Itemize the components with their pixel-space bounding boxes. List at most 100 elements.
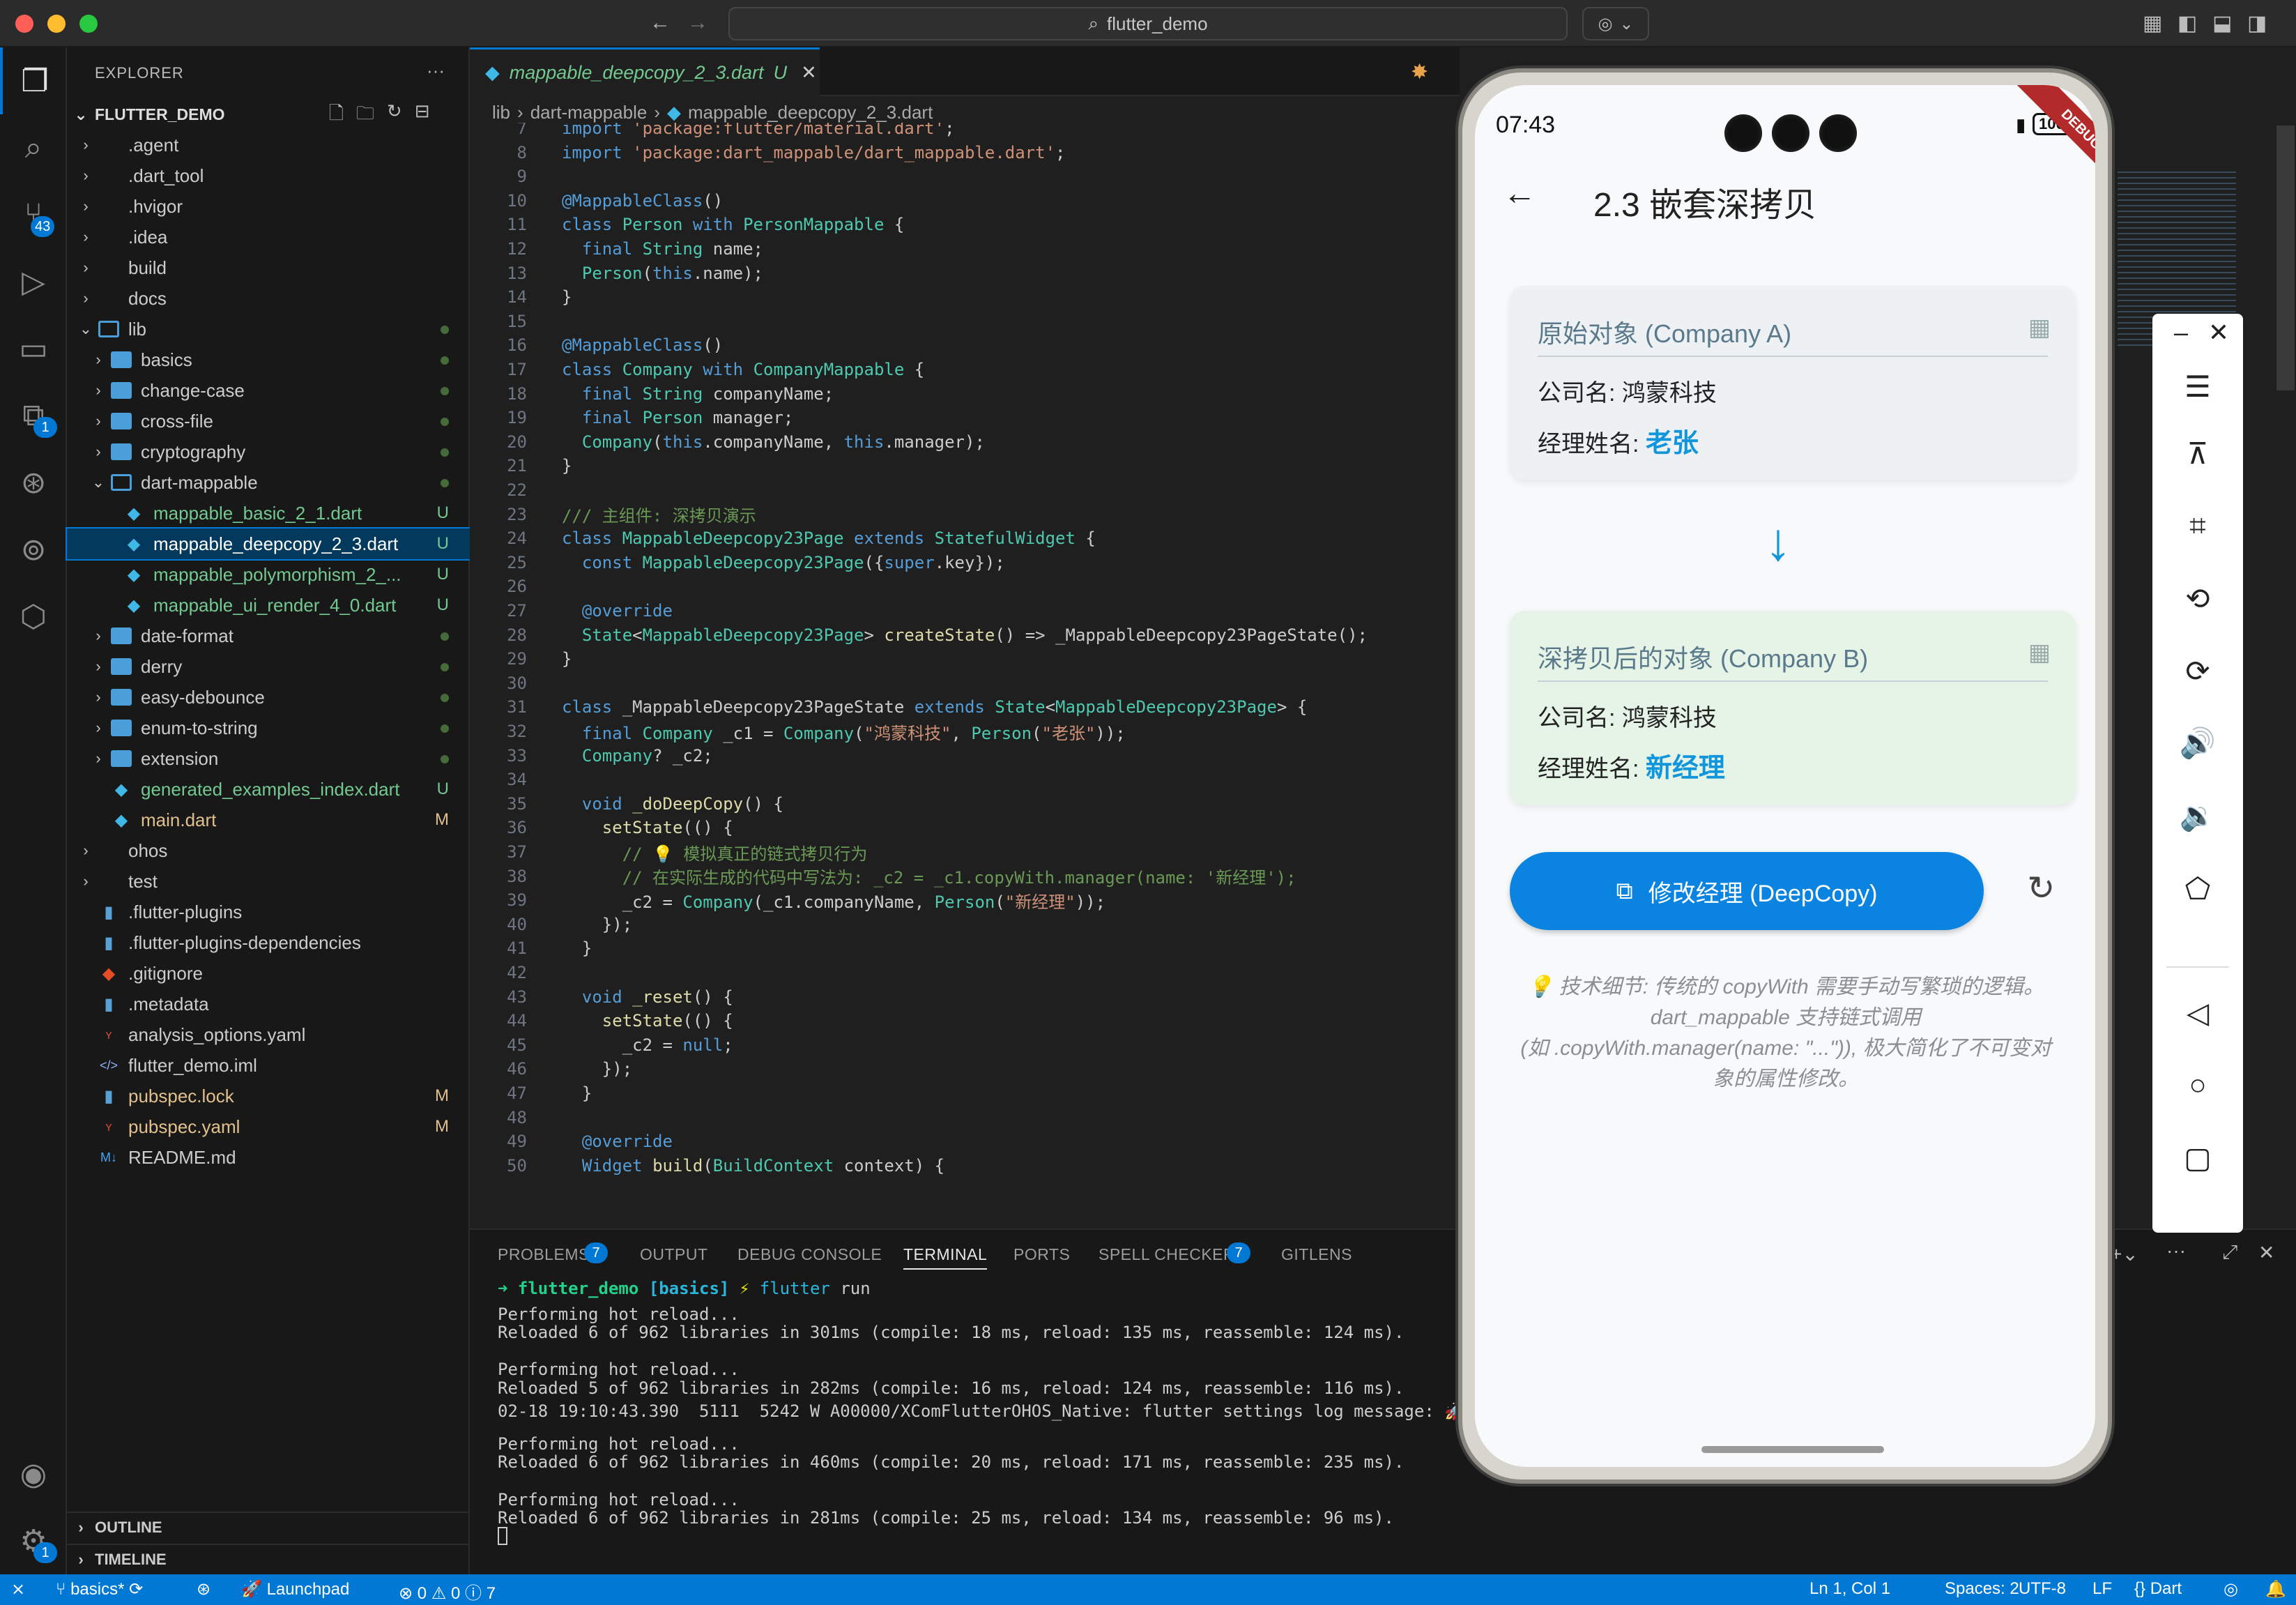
recents-nav-icon[interactable]: ▢ xyxy=(2152,1141,2243,1175)
command-center[interactable]: ⌕ flutter_demo xyxy=(728,7,1568,40)
tree-item[interactable]: ▮ .flutter-plugins xyxy=(67,897,470,927)
new-terminal-icon[interactable]: +⌄ xyxy=(2111,1242,2138,1265)
code-line[interactable]: 44 setState(() { xyxy=(470,1008,1460,1033)
code-line[interactable]: 10 @MappableClass() xyxy=(470,188,1460,213)
code-line[interactable]: 11 class Person with PersonMappable { xyxy=(470,212,1460,237)
tree-item[interactable]: </> flutter_demo.iml xyxy=(67,1050,470,1081)
home-nav-icon[interactable]: ○ xyxy=(2152,1068,2243,1102)
more-actions-icon[interactable]: ··· xyxy=(2166,1240,2186,1262)
code-line[interactable]: 18 final String companyName; xyxy=(470,381,1460,406)
code-line[interactable]: 12 final String name; xyxy=(470,236,1460,261)
minimize-window-button[interactable] xyxy=(47,15,66,33)
container-icon[interactable]: ⬡ xyxy=(0,583,67,650)
code-line[interactable]: 26 xyxy=(470,574,1460,599)
tree-item[interactable]: › .hvigor xyxy=(67,191,470,222)
code-line[interactable]: 9 xyxy=(470,164,1460,189)
code-line[interactable]: 13 Person(this.name); xyxy=(470,261,1460,286)
tree-item[interactable]: › extension xyxy=(67,743,470,774)
code-line[interactable]: 33 Company? _c2; xyxy=(470,743,1460,768)
toggle-secondary-sidebar-icon[interactable]: ◨ xyxy=(2247,11,2267,36)
code-line[interactable]: 31 class _MappableDeepcopy23PageState ext… xyxy=(470,694,1460,720)
extensions-icon[interactable]: ⧉ xyxy=(0,382,67,449)
problems-indicator[interactable]: ⊗ 0 ⚠ 0 ⓘ 7 xyxy=(399,1579,496,1604)
code-line[interactable]: 29} xyxy=(470,646,1460,671)
breadcrumb-item[interactable]: dart-mappable xyxy=(530,102,648,123)
code-line[interactable]: 28 State<MappableDeepcopy23Page> createS… xyxy=(470,623,1460,648)
notifications-icon[interactable]: 🔔 xyxy=(2265,1579,2286,1599)
code-line[interactable]: 25 const MappableDeepcopy23Page({super.k… xyxy=(470,550,1460,575)
timeline-section[interactable]: › TIMELINE xyxy=(67,1544,470,1574)
collapse-all-icon[interactable]: ⊟ xyxy=(415,100,430,131)
spark-icon[interactable]: ✸ xyxy=(1411,60,1428,84)
home-indicator[interactable] xyxy=(1701,1446,1884,1453)
toggle-primary-sidebar-icon[interactable]: ◧ xyxy=(2178,11,2197,36)
outline-section[interactable]: › OUTLINE xyxy=(67,1512,470,1542)
code-line[interactable]: 45 _c2 = null; xyxy=(470,1033,1460,1058)
code-line[interactable]: 41 } xyxy=(470,936,1460,961)
tree-item[interactable]: › easy-debounce xyxy=(67,682,470,713)
new-file-icon[interactable]: 🗋 xyxy=(329,100,344,131)
tree-item[interactable]: › test xyxy=(67,866,470,897)
rotate-right-icon[interactable]: ⟳ xyxy=(2152,654,2243,688)
tree-item[interactable]: M↓ README.md xyxy=(67,1142,470,1173)
indentation[interactable]: Spaces: 2 xyxy=(1945,1579,2019,1599)
tree-item[interactable]: › build xyxy=(67,252,470,283)
code-line[interactable]: 34 xyxy=(470,767,1460,792)
tree-item[interactable]: › cross-file xyxy=(67,406,470,436)
remote-explorer-icon[interactable]: ▭ xyxy=(0,315,67,382)
copilot-status-icon[interactable]: ◎ xyxy=(2224,1579,2238,1599)
code-line[interactable]: 22 xyxy=(470,478,1460,503)
tab-debug-console[interactable]: DEBUG CONSOLE xyxy=(737,1245,882,1264)
close-panel-icon[interactable]: ✕ xyxy=(2258,1241,2274,1264)
code-line[interactable]: 35 void _doDeepCopy() { xyxy=(470,791,1460,816)
tree-item[interactable]: ◆ main.dart M xyxy=(67,805,470,835)
line-ending[interactable]: LF xyxy=(2092,1579,2112,1599)
tree-item[interactable]: › derry xyxy=(67,651,470,682)
code-line[interactable]: 50 Widget build(BuildContext context) { xyxy=(470,1153,1460,1178)
search-view-icon[interactable]: ⌕ xyxy=(0,114,67,181)
refresh-icon[interactable]: ↻ xyxy=(387,100,402,131)
back-arrow-icon[interactable]: ← xyxy=(1503,174,1536,213)
tree-item[interactable]: ◆ mappable_polymorphism_2_... U xyxy=(67,559,470,590)
code-editor[interactable]: 7 import 'package:flutter/material.dart';… xyxy=(470,123,1460,1229)
tab-output[interactable]: OUTPUT xyxy=(640,1245,708,1264)
tab-gitlens[interactable]: GITLENS xyxy=(1281,1245,1352,1264)
tree-item[interactable]: ▮ .flutter-plugins-dependencies xyxy=(67,927,470,958)
close-icon[interactable]: ✕ xyxy=(801,62,817,84)
explorer-icon[interactable]: ❐ xyxy=(0,47,67,114)
tree-item[interactable]: ʏ pubspec.yaml M xyxy=(67,1111,470,1142)
close-window-button[interactable] xyxy=(15,15,33,33)
code-line[interactable]: 27 @override xyxy=(470,598,1460,623)
tree-item[interactable]: ʏ analysis_options.yaml xyxy=(67,1019,470,1050)
tab-spell-checker[interactable]: SPELL CHECKER xyxy=(1099,1245,1235,1264)
tree-item[interactable]: › enum-to-string xyxy=(67,713,470,743)
tree-item[interactable]: ⌄ dart-mappable xyxy=(67,467,470,498)
code-line[interactable]: 17 class Company with CompanyMappable { xyxy=(470,357,1460,382)
code-line[interactable]: 39 _c2 = Company(_c1.companyName, Person… xyxy=(470,888,1460,913)
tree-item[interactable]: › change-case xyxy=(67,375,470,406)
branch-indicator[interactable]: ⑂ basics* ⟳ xyxy=(56,1579,143,1599)
gitlens-inspect-icon[interactable]: ⊚ xyxy=(0,516,67,583)
language-mode[interactable]: {} Dart xyxy=(2134,1579,2182,1599)
code-line[interactable]: 32 final Company _c1 = Company("鸿蒙科技", P… xyxy=(470,719,1460,744)
code-line[interactable]: 8 import 'package:dart_mappable/dart_mapp… xyxy=(470,140,1460,165)
code-line[interactable]: 48 xyxy=(470,1105,1460,1130)
tree-item[interactable]: › docs xyxy=(67,283,470,314)
toggle-panel-icon[interactable]: ⬓ xyxy=(2212,11,2232,36)
tab-ports[interactable]: PORTS xyxy=(1013,1245,1070,1264)
tab-problems[interactable]: PROBLEMS xyxy=(498,1245,590,1264)
run-debug-icon[interactable]: ▷ xyxy=(0,248,67,315)
tree-item[interactable]: ◆ mappable_basic_2_1.dart U xyxy=(67,498,470,528)
pin-icon[interactable]: ⊼ xyxy=(2152,436,2243,471)
code-line[interactable]: 15 xyxy=(470,309,1460,334)
tree-item[interactable]: ◆ mappable_deepcopy_2_3.dart U xyxy=(66,527,471,561)
tree-item[interactable]: ▮ .metadata xyxy=(67,989,470,1019)
encoding[interactable]: UTF-8 xyxy=(2019,1579,2066,1599)
close-icon[interactable]: ✕ xyxy=(2173,318,2264,347)
breadcrumb-item[interactable]: lib xyxy=(492,102,510,123)
code-line[interactable]: 21} xyxy=(470,453,1460,478)
tree-item[interactable]: › .dart_tool xyxy=(67,160,470,191)
tree-item[interactable]: › .idea xyxy=(67,222,470,252)
maximize-panel-icon[interactable]: ⤢ xyxy=(2222,1241,2237,1264)
tree-item[interactable]: ⌄ lib xyxy=(67,314,470,344)
